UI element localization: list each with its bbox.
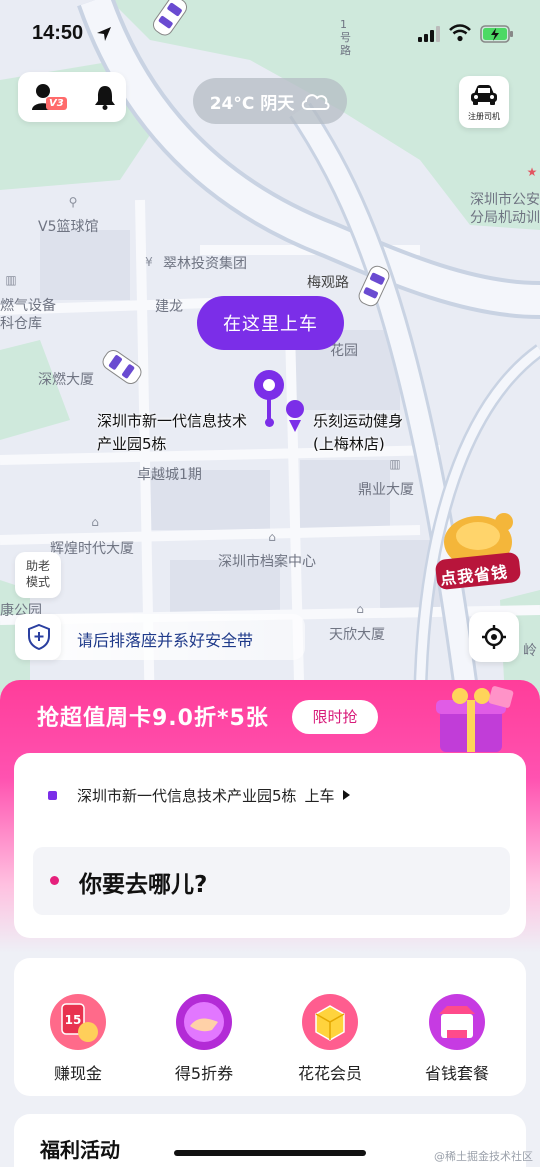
status-time: 14:50 xyxy=(32,22,84,44)
map-label: 深圳市档案中心 xyxy=(218,554,316,570)
destination-dot xyxy=(50,876,59,885)
safety-tip-text: 请后排落座并系好安全带 xyxy=(77,631,254,650)
location-arrow-icon xyxy=(97,27,111,41)
poi-icon: ⚲ xyxy=(68,195,78,209)
map-label: 深圳市公安 xyxy=(470,192,540,208)
bell-icon[interactable] xyxy=(94,84,116,110)
vip-level-badge: V3 xyxy=(46,97,67,110)
poi-pin-icon xyxy=(286,400,304,432)
building-icon: ⌂ xyxy=(91,515,99,529)
weather-pill[interactable]: 24°C 阴天 xyxy=(193,78,347,124)
map-label: 卓越城1期 xyxy=(137,467,202,483)
route-card: 深圳市新一代信息技术产业园5栋 上车 你要去哪儿? xyxy=(14,753,526,938)
map-label: V5篮球馆 xyxy=(38,219,99,235)
elder-mode-button[interactable]: 助老模式 xyxy=(15,552,61,598)
huahua-member-entry[interactable]: 花花会员 xyxy=(280,992,380,1084)
pickup-dot xyxy=(48,790,57,800)
shield-icon xyxy=(28,624,50,650)
quick-item-label: 得5折券 xyxy=(174,1064,234,1083)
home-indicator[interactable] xyxy=(174,1150,366,1156)
package-icon xyxy=(429,994,485,1050)
coupon-icon xyxy=(176,994,232,1050)
building-icon: ⌂ xyxy=(356,602,364,616)
map-label: 分局机动训 xyxy=(470,210,540,226)
map-label: 梅观路 xyxy=(307,275,349,291)
map-label: 天欣大厦 xyxy=(329,627,385,643)
cellular-signal-icon xyxy=(418,26,440,42)
safety-shield-button[interactable] xyxy=(15,614,61,660)
quick-actions-card: 15 赚现金 得5折券 花花会员 省钱套餐 xyxy=(14,958,526,1096)
register-driver-label: 注册司机 xyxy=(468,112,500,121)
earn-cash-entry[interactable]: 15 赚现金 xyxy=(28,992,128,1084)
police-star-icon: ★ xyxy=(526,165,538,179)
yen-icon: ¥ xyxy=(145,255,153,269)
register-driver-button[interactable]: 注册司机 xyxy=(459,76,509,128)
gift-box-illustration xyxy=(436,686,514,752)
saving-package-entry[interactable]: 省钱套餐 xyxy=(407,992,507,1084)
user-bell-card: V3 xyxy=(18,72,126,122)
elder-mode-label: 助老模式 xyxy=(25,559,50,589)
pickup-suffix: 上车 xyxy=(304,786,335,805)
pickup-here-button[interactable]: 在这里上车 xyxy=(197,296,344,350)
pickup-poi-dot xyxy=(265,418,274,427)
limited-time-grab-button[interactable]: 限时抢 xyxy=(292,700,378,734)
wifi-icon xyxy=(449,24,471,42)
map-label: 建龙 xyxy=(155,299,183,315)
weather-text: 24°C 阴天 xyxy=(209,93,295,114)
pickup-address: 深圳市新一代信息技术产业园5栋 xyxy=(77,786,297,805)
map-label: 鼎业大厦 xyxy=(358,482,414,498)
battery-charging-icon xyxy=(480,25,513,43)
svg-text:15: 15 xyxy=(65,1013,82,1027)
crosshair-icon xyxy=(482,625,506,649)
safety-tip-bar[interactable]: 请后排落座并系好安全带 xyxy=(15,614,305,660)
cloud-icon xyxy=(302,94,330,110)
quick-item-label: 花花会员 xyxy=(297,1064,362,1083)
building-icon: ▥ xyxy=(5,273,17,287)
weekly-card-promo-title[interactable]: 抢超值周卡9.0折*5张 xyxy=(37,700,269,732)
quick-item-label: 省钱套餐 xyxy=(424,1064,489,1083)
save-money-promo-badge[interactable]: 点我省钱 xyxy=(434,508,522,598)
map-label: 深燃大厦 xyxy=(38,372,94,388)
watermark: @稀土掘金技术社区 xyxy=(434,1150,533,1163)
quick-item-label: 赚现金 xyxy=(53,1064,102,1083)
bottom-sheet: 抢超值周卡9.0折*5张 限时抢 深圳市新一代信息技术产业园5栋 上车 你要去哪… xyxy=(0,680,540,1167)
welfare-title: 福利活动 xyxy=(40,1138,120,1162)
car-icon xyxy=(471,85,497,105)
map-label: 岭 xyxy=(523,643,537,659)
map-label: 辉煌时代大厦 xyxy=(50,541,134,557)
building-icon: ▥ xyxy=(389,457,401,471)
map-label: 科仓库 xyxy=(0,316,42,332)
building-icon: ⌂ xyxy=(268,530,276,544)
half-price-coupon-entry[interactable]: 得5折券 xyxy=(154,992,254,1084)
destination-placeholder: 你要去哪儿? xyxy=(79,872,208,898)
nearby-poi-label[interactable]: 乐刻运动健身(上梅林店) xyxy=(313,410,421,456)
cash-icon: 15 xyxy=(50,994,106,1050)
user-profile-button[interactable]: V3 xyxy=(18,72,74,122)
status-bar: 14:50 xyxy=(0,0,540,70)
pickup-location-row[interactable]: 深圳市新一代信息技术产业园5栋 上车 xyxy=(48,783,350,807)
locate-me-button[interactable] xyxy=(469,612,519,662)
destination-input[interactable]: 你要去哪儿? xyxy=(33,847,510,915)
caret-right-icon xyxy=(342,790,350,800)
member-icon xyxy=(302,994,358,1050)
map-label: 燃气设备 xyxy=(0,298,56,314)
pickup-poi-label[interactable]: 深圳市新一代信息技术产业园5栋 xyxy=(97,410,257,456)
map-label: 翠林投资集团 xyxy=(163,256,247,272)
